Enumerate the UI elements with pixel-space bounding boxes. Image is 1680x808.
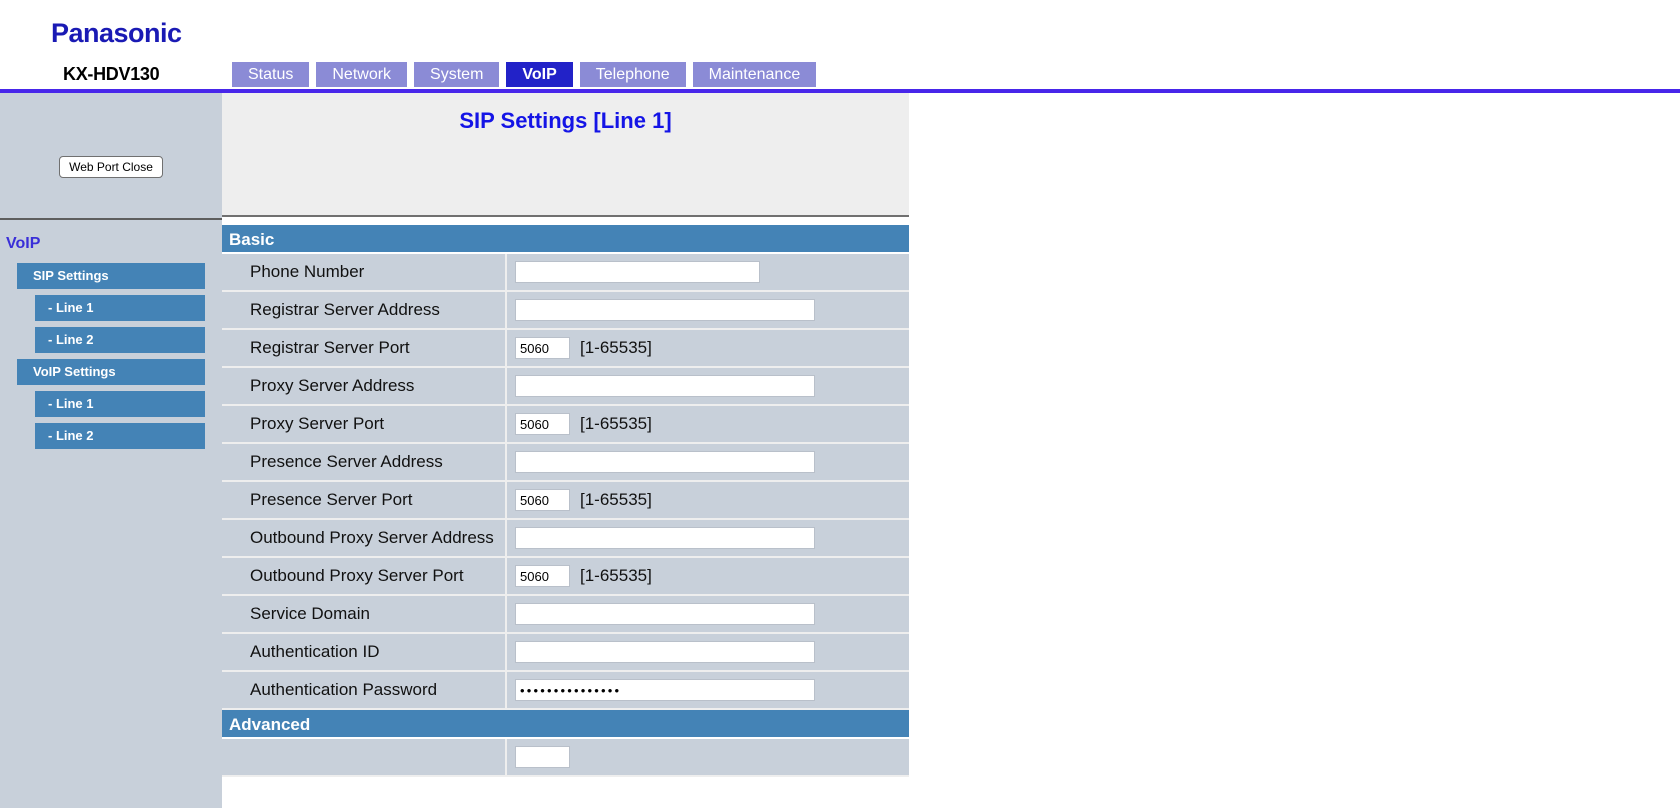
form-row-label: Outbound Proxy Server Address xyxy=(222,520,507,556)
form-row-value xyxy=(507,634,909,670)
form-row-value xyxy=(507,739,909,775)
form-row-value: [1-65535] xyxy=(507,406,909,442)
form-row-label: Authentication Password xyxy=(222,672,507,708)
section-header-advanced: Advanced xyxy=(222,710,909,739)
proxy-server-address-input[interactable] xyxy=(515,375,815,397)
form-row-label: Presence Server Address xyxy=(222,444,507,480)
form-row xyxy=(222,739,909,777)
form-row-value xyxy=(507,596,909,632)
content-area: SIP Settings [Line 1] Basic Phone Number R… xyxy=(222,93,1680,808)
form-row-value xyxy=(507,292,909,328)
form-row: Outbound Proxy Server Address xyxy=(222,520,909,558)
form-row: Registrar Server Port [1-65535] xyxy=(222,330,909,368)
tab-status[interactable]: Status xyxy=(232,62,310,87)
form-row: Authentication ID xyxy=(222,634,909,672)
tab-network[interactable]: Network xyxy=(316,62,408,87)
authentication-password-input[interactable]: ••••••••••••••• xyxy=(515,679,815,701)
outbound-proxy-server-port-input[interactable] xyxy=(515,565,570,587)
web-port-button-container: Web Port Close xyxy=(0,156,222,178)
main-tab-bar: Status Network System VoIP Telephone Maintena… xyxy=(232,62,823,87)
tab-voip[interactable]: VoIP xyxy=(506,62,573,87)
range-hint: [1-65535] xyxy=(580,566,652,585)
tab-system[interactable]: System xyxy=(414,62,500,87)
page-header: Panasonic KX-HDV130 Status Network System V… xyxy=(0,0,1680,93)
sidebar-item-line-1[interactable]: - Line 1 xyxy=(35,391,205,417)
tab-maintenance[interactable]: Maintenance xyxy=(692,62,817,87)
form-row-label: Proxy Server Port xyxy=(222,406,507,442)
form-row-value: [1-65535] xyxy=(507,330,909,366)
form-row-label: Registrar Server Address xyxy=(222,292,507,328)
presence-server-address-input[interactable] xyxy=(515,451,815,473)
form-row: Outbound Proxy Server Port [1-65535] xyxy=(222,558,909,596)
form-row: Authentication Password ••••••••••••••• xyxy=(222,672,909,710)
form-row-value xyxy=(507,444,909,480)
page-title: SIP Settings [Line 1] xyxy=(459,108,672,133)
registrar-server-address-input[interactable] xyxy=(515,299,815,321)
sidebar-item-line-2[interactable]: - Line 2 xyxy=(35,327,205,353)
form-row-label xyxy=(222,739,507,775)
range-hint: [1-65535] xyxy=(580,414,652,433)
sidebar-divider xyxy=(0,218,222,220)
form-row: Proxy Server Address xyxy=(222,368,909,406)
registrar-server-port-input[interactable] xyxy=(515,337,570,359)
device-model-label: KX-HDV130 xyxy=(63,64,160,84)
authentication-id-input[interactable] xyxy=(515,641,815,663)
form-row: Presence Server Port [1-65535] xyxy=(222,482,909,520)
form-row: Proxy Server Port [1-65535] xyxy=(222,406,909,444)
form-row-label: Registrar Server Port xyxy=(222,330,507,366)
form-row-label: Outbound Proxy Server Port xyxy=(222,558,507,594)
page-title-panel: SIP Settings [Line 1] xyxy=(222,93,909,217)
form-row-value: [1-65535] xyxy=(507,558,909,594)
settings-form: Basic Phone Number Registrar Server Addres… xyxy=(222,225,909,777)
range-hint: [1-65535] xyxy=(580,338,652,357)
form-row-value: [1-65535] xyxy=(507,482,909,518)
proxy-server-port-input[interactable] xyxy=(515,413,570,435)
form-row-label: Presence Server Port xyxy=(222,482,507,518)
sidebar-item-voip-settings[interactable]: VoIP Settings xyxy=(17,359,205,385)
form-row: Service Domain xyxy=(222,596,909,634)
sidebar-nav-list: SIP Settings - Line 1 - Line 2 VoIP Setting… xyxy=(0,263,222,455)
form-row: Phone Number xyxy=(222,254,909,292)
form-row-label: Authentication ID xyxy=(222,634,507,670)
form-row-label: Phone Number xyxy=(222,254,507,290)
form-row-value xyxy=(507,368,909,404)
sidebar-item-line-1[interactable]: - Line 1 xyxy=(35,295,205,321)
form-row-label: Service Domain xyxy=(222,596,507,632)
section-header-basic: Basic xyxy=(222,225,909,254)
web-port-close-button[interactable]: Web Port Close xyxy=(59,156,163,178)
sidebar: Web Port Close VoIP SIP Settings - Line 1… xyxy=(0,93,222,808)
form-row-value: ••••••••••••••• xyxy=(507,672,909,708)
presence-server-port-input[interactable] xyxy=(515,489,570,511)
phone-number-input[interactable] xyxy=(515,261,760,283)
range-hint: [1-65535] xyxy=(580,490,652,509)
tab-telephone[interactable]: Telephone xyxy=(579,62,686,87)
sidebar-item-sip-settings[interactable]: SIP Settings xyxy=(17,263,205,289)
sidebar-item-line-2[interactable]: - Line 2 xyxy=(35,423,205,449)
form-row-label: Proxy Server Address xyxy=(222,368,507,404)
form-row: Registrar Server Address xyxy=(222,292,909,330)
service-domain-input[interactable] xyxy=(515,603,815,625)
field-input[interactable] xyxy=(515,746,570,768)
panasonic-logo: Panasonic xyxy=(51,18,182,48)
form-row-value xyxy=(507,254,909,290)
form-row: Presence Server Address xyxy=(222,444,909,482)
outbound-proxy-server-address-input[interactable] xyxy=(515,527,815,549)
page-root: Panasonic KX-HDV130 Status Network System V… xyxy=(0,0,1680,808)
sidebar-heading-voip: VoIP xyxy=(6,235,41,252)
form-row-value xyxy=(507,520,909,556)
